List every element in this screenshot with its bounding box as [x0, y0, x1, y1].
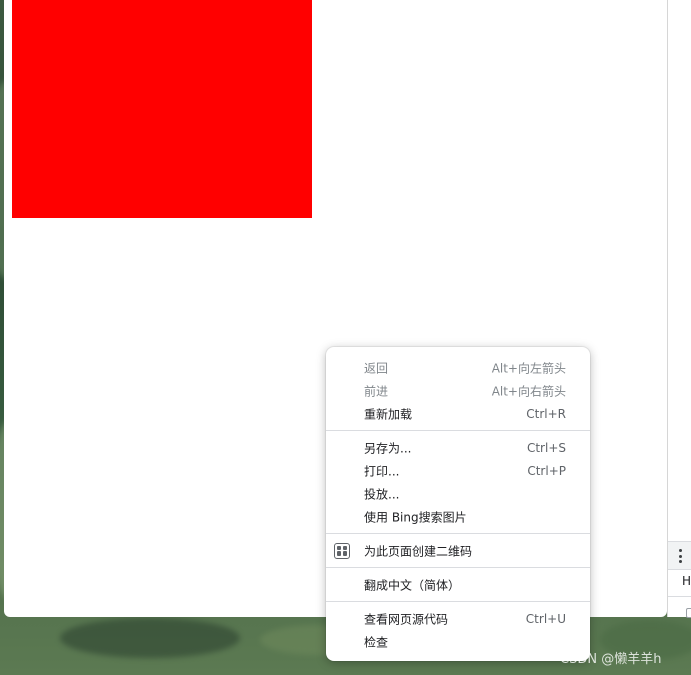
menu-item-shortcut: Ctrl+P — [527, 463, 566, 478]
menu-item-view-source[interactable]: 查看网页源代码 Ctrl+U — [326, 607, 590, 630]
devtools-panel: H — [667, 0, 691, 618]
devtools-checkbox[interactable] — [686, 608, 691, 618]
menu-item-label: 使用 Bing搜索图片 — [364, 510, 467, 524]
menu-item-label: 另存为... — [364, 441, 412, 455]
red-box — [12, 0, 312, 218]
menu-item-print[interactable]: 打印... Ctrl+P — [326, 459, 590, 482]
menu-item-cast[interactable]: 投放... — [326, 482, 590, 505]
menu-item-label: 返回 — [364, 361, 389, 375]
menu-item-back[interactable]: 返回 Alt+向左箭头 — [326, 356, 590, 379]
menu-item-label: 重新加载 — [364, 407, 413, 421]
menu-item-shortcut: Ctrl+U — [525, 611, 566, 626]
menu-item-label: 打印... — [364, 464, 400, 478]
menu-separator — [326, 533, 590, 534]
menu-item-forward[interactable]: 前进 Alt+向右箭头 — [326, 379, 590, 402]
menu-item-label: 翻成中文（简体） — [364, 578, 461, 592]
context-menu: 返回 Alt+向左箭头 前进 Alt+向右箭头 重新加载 Ctrl+R 另存为.… — [326, 347, 590, 661]
menu-item-label: 投放... — [364, 487, 400, 501]
menu-item-create-qr-code[interactable]: 为此页面创建二维码 — [326, 539, 590, 562]
menu-item-shortcut: Alt+向右箭头 — [491, 384, 566, 398]
menu-item-shortcut: Alt+向左箭头 — [491, 361, 566, 375]
devtools-divider — [668, 596, 691, 597]
menu-item-label: 检查 — [364, 635, 389, 649]
devtools-toolbar — [668, 541, 691, 570]
menu-item-inspect[interactable]: 检查 — [326, 630, 590, 653]
menu-item-reload[interactable]: 重新加载 Ctrl+R — [326, 402, 590, 425]
devtools-tab[interactable]: H — [682, 574, 691, 588]
kebab-icon[interactable] — [678, 549, 682, 563]
menu-item-label: 前进 — [364, 384, 389, 398]
menu-separator — [326, 430, 590, 431]
menu-item-label: 为此页面创建二维码 — [364, 544, 473, 558]
menu-item-label: 查看网页源代码 — [364, 612, 449, 626]
menu-item-shortcut: Ctrl+S — [526, 440, 566, 455]
qr-code-icon — [334, 542, 350, 559]
menu-item-bing-image-search[interactable]: 使用 Bing搜索图片 — [326, 505, 590, 528]
menu-item-save-as[interactable]: 另存为... Ctrl+S — [326, 436, 590, 459]
menu-separator — [326, 601, 590, 602]
watermark: CSDN @懒羊羊h — [560, 652, 662, 667]
menu-separator — [326, 567, 590, 568]
menu-item-translate[interactable]: 翻成中文（简体） — [326, 573, 590, 596]
menu-item-shortcut: Ctrl+R — [526, 406, 566, 421]
